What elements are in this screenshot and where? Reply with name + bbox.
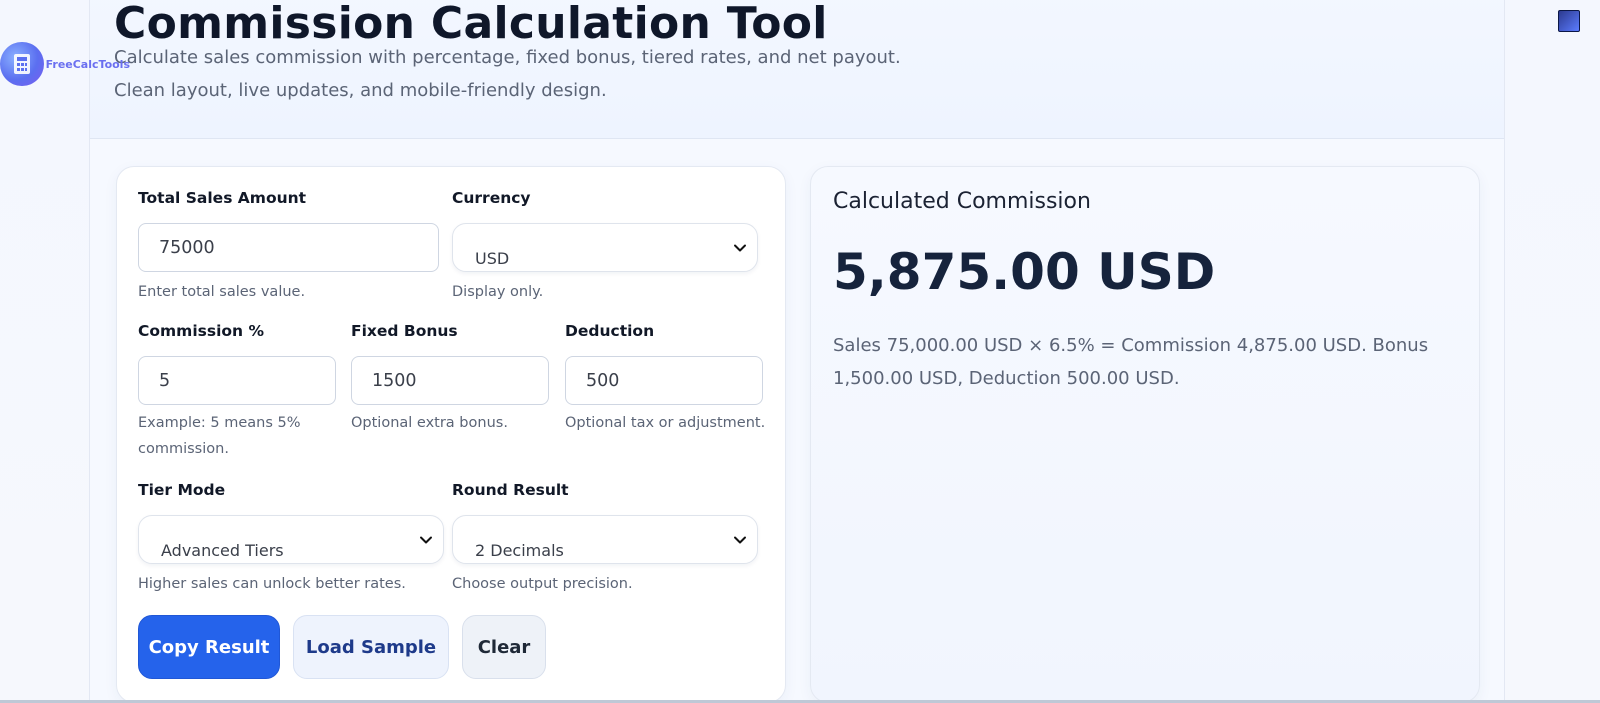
total-sales-hint: Enter total sales value. [138,284,306,300]
currency-select[interactable]: USD [452,223,758,272]
round-result-select[interactable]: 2 Decimals [452,515,758,564]
subtitle-line-1: Calculate sales commission with percenta… [114,47,901,68]
currency-select-value: USD [475,249,510,268]
deduction-hint: Optional tax or adjustment. [565,415,766,431]
currency-field: Currency [452,189,531,207]
result-title: Calculated Commission [833,189,1091,214]
deduction-input[interactable]: 500 [565,356,763,405]
total-sales-input[interactable]: 75000 [138,223,439,272]
page-title: Commission Calculation Tool [114,0,828,49]
copy-result-button[interactable]: Copy Result [138,615,280,679]
chevron-down-icon [734,244,746,252]
currency-hint: Display only. [452,284,544,300]
commission-field: Commission % [138,322,264,340]
tier-mode-label: Tier Mode [138,481,226,499]
fixed-bonus-hint: Optional extra bonus. [351,415,508,431]
logo-text: FreeCalcTools [45,57,130,71]
result-detail: Sales 75,000.00 USD × 6.5% = Commission … [833,335,1429,389]
tier-mode-select[interactable]: Advanced Tiers [138,515,444,564]
fixed-bonus-field: Fixed Bonus [351,322,458,340]
subtitle-line-2: Clean layout, live updates, and mobile-f… [114,80,607,101]
tier-mode-hint: Higher sales can unlock better rates. [138,576,406,592]
clear-button[interactable]: Clear [462,615,546,679]
deduction-field: Deduction [565,322,654,340]
result-card: Calculated Commission 5,875.00 USD Sales… [810,166,1480,703]
commission-hint: Example: 5 means 5% commission. [138,415,301,457]
extension-icon[interactable] [1558,10,1580,32]
commission-input[interactable]: 5 [138,356,336,405]
round-result-field: Round Result [452,481,569,499]
tier-mode-field: Tier Mode [138,481,225,499]
round-result-select-value: 2 Decimals [475,541,564,560]
round-result-hint: Choose output precision. [452,576,633,592]
total-sales-field: Total Sales Amount [138,189,306,207]
fixed-bonus-input[interactable]: 1500 [351,356,549,405]
tier-mode-select-value: Advanced Tiers [161,541,284,560]
calculator-icon [0,42,44,86]
site-logo[interactable]: FreeCalcTools [0,42,130,86]
commission-label: Commission % [138,322,265,340]
deduction-label: Deduction [565,322,655,340]
calculator-form-card: Total Sales Amount 75000 Enter total sal… [116,166,786,703]
round-result-label: Round Result [452,481,569,499]
total-sales-label: Total Sales Amount [138,189,307,207]
currency-label: Currency [452,189,531,207]
chevron-down-icon [734,536,746,544]
result-value: 5,875.00 USD [833,243,1216,301]
header: Commission Calculation Tool Calculate sa… [90,0,1504,139]
load-sample-button[interactable]: Load Sample [293,615,449,679]
page: Commission Calculation Tool Calculate sa… [0,0,1600,703]
fixed-bonus-label: Fixed Bonus [351,322,458,340]
chevron-down-icon [420,536,432,544]
